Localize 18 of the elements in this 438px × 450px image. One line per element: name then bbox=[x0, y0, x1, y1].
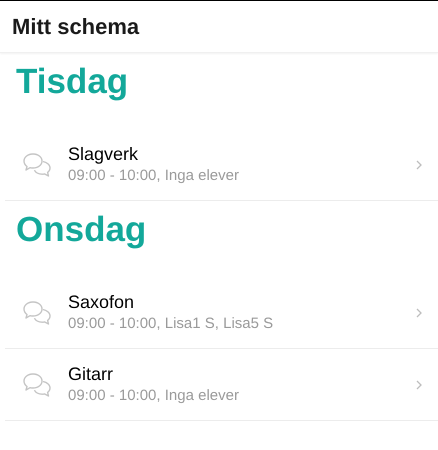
lesson-title: Gitarr bbox=[68, 363, 114, 386]
lesson-details: 09:00 - 10:00, Lisa1 S, Lisa5 S bbox=[68, 314, 274, 334]
chat-bubbles-icon bbox=[22, 152, 52, 178]
chevron-right-icon bbox=[416, 160, 422, 170]
page-title: Mitt schema bbox=[12, 13, 140, 41]
lesson-title: Slagverk bbox=[68, 143, 140, 166]
lesson-details: 09:00 - 10:00, Inga elever bbox=[68, 166, 240, 186]
chat-bubbles-icon bbox=[22, 372, 52, 398]
lesson-details: 09:00 - 10:00, Inga elever bbox=[68, 386, 240, 406]
day-heading: Onsdag bbox=[16, 209, 146, 251]
lesson-title: Saxofon bbox=[68, 291, 136, 314]
lesson-item[interactable]: Saxofon 09:00 - 10:00, Lisa1 S, Lisa5 S bbox=[5, 277, 438, 349]
lesson-item[interactable]: Gitarr 09:00 - 10:00, Inga elever bbox=[5, 349, 438, 421]
lesson-item[interactable]: Slagverk 09:00 - 10:00, Inga elever bbox=[5, 129, 438, 201]
chevron-right-icon bbox=[416, 308, 422, 318]
chevron-right-icon bbox=[416, 380, 422, 390]
chat-bubbles-icon bbox=[22, 300, 52, 326]
day-heading: Tisdag bbox=[16, 61, 128, 103]
